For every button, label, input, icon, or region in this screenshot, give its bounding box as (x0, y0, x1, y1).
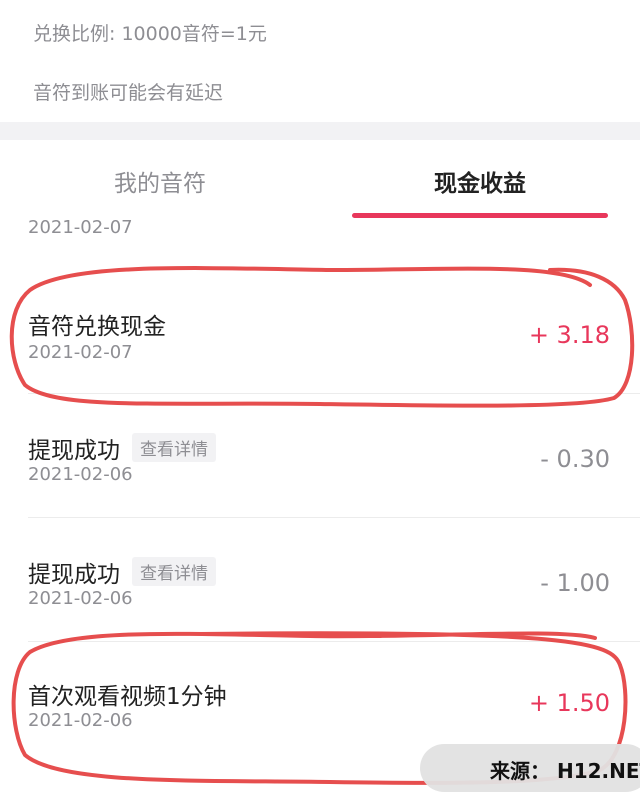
tab-bar: 我的音符 现金收益 (0, 140, 640, 220)
exchange-rate-text: 兑换比例: 10000音符=1元 (33, 23, 267, 45)
record-date: 2021-02-07 (28, 217, 133, 238)
delay-notice-text: 音符到账可能会有延迟 (33, 82, 224, 104)
record-date: 2021-02-06 (28, 710, 133, 731)
record-title: 提现成功 (28, 562, 120, 588)
row-divider (28, 393, 640, 394)
record-amount: - 0.30 (540, 445, 610, 473)
watermark-text: 来源： H12.NET (490, 759, 640, 783)
source-watermark: 来源： H12.NET (420, 744, 640, 792)
record-amount: - 1.00 (540, 569, 610, 597)
record-date: 2021-02-07 (28, 342, 133, 363)
view-details-button[interactable]: 查看详情 (132, 433, 216, 462)
section-divider (0, 122, 640, 140)
record-title: 提现成功 (28, 438, 120, 464)
record-amount: + 3.18 (528, 321, 610, 349)
row-divider (28, 641, 640, 642)
record-title: 首次观看视频1分钟 (28, 684, 227, 710)
view-details-button[interactable]: 查看详情 (132, 557, 216, 586)
record-title: 音符兑换现金 (28, 314, 166, 340)
record-title-line: 提现成功 查看详情 (28, 555, 216, 589)
record-title-line: 提现成功 查看详情 (28, 431, 216, 465)
cash-earnings-page: 兑换比例: 10000音符=1元 音符到账可能会有延迟 我的音符 现金收益 20… (0, 0, 640, 801)
record-amount: + 1.50 (528, 689, 610, 717)
record-date: 2021-02-06 (28, 588, 133, 609)
info-panel: 兑换比例: 10000音符=1元 音符到账可能会有延迟 (0, 0, 640, 122)
tab-my-notes[interactable]: 我的音符 (0, 164, 320, 198)
tab-cash-earnings[interactable]: 现金收益 (320, 164, 640, 198)
earnings-list: 2021-02-07 音符兑换现金 2021-02-07 + 3.18 提现成功… (0, 215, 640, 801)
record-date: 2021-02-06 (28, 464, 133, 485)
row-divider (28, 517, 640, 518)
